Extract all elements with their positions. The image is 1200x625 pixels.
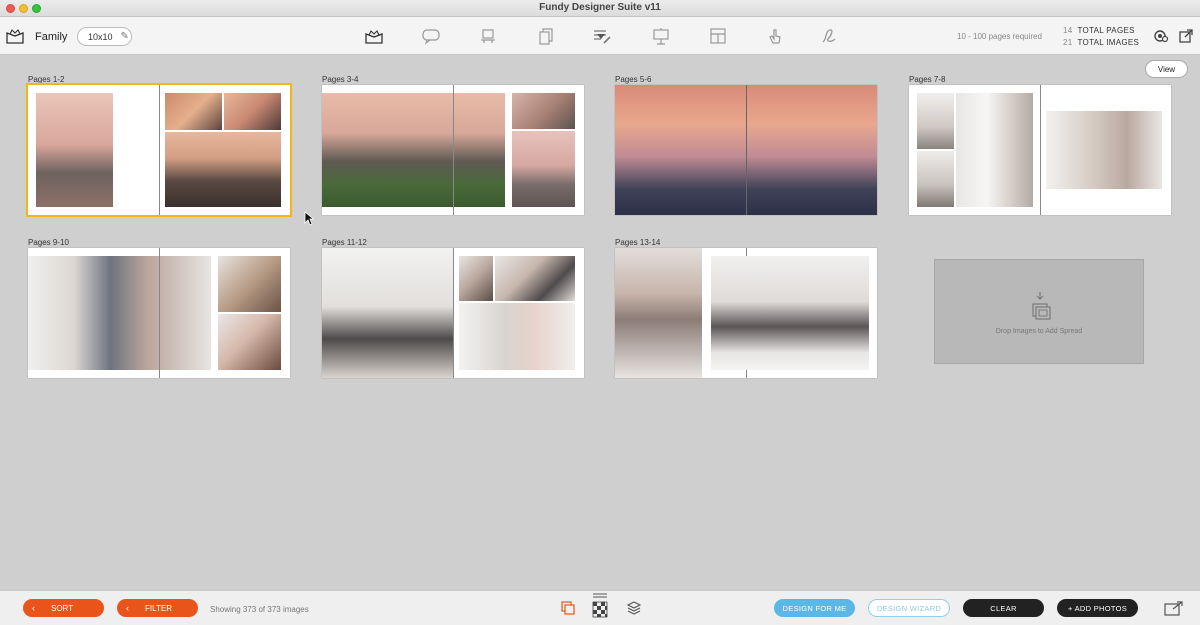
total-images-label: TOTAL IMAGES: [1077, 38, 1140, 47]
photo[interactable]: [615, 248, 702, 378]
photo[interactable]: [512, 93, 575, 129]
spread-spine: [453, 85, 454, 215]
settings-gear-icon[interactable]: [1153, 28, 1169, 44]
chevron-left-icon: ‹: [126, 603, 129, 613]
spread-label: Pages 9-10: [28, 238, 69, 247]
drop-zone-text: Drop Images to Add Spread: [995, 328, 1083, 335]
sort-label: SORT: [51, 603, 74, 613]
photo[interactable]: [28, 256, 211, 370]
spread-label: Pages 13-14: [615, 238, 661, 247]
bottom-bar: ‹ SORT ‹ FILTER Showing 373 of 373 image…: [0, 590, 1200, 625]
total-images-count: 21: [1063, 38, 1073, 47]
photo[interactable]: [165, 132, 281, 207]
drop-images-icon: [1032, 292, 1051, 320]
sign-icon[interactable]: [818, 26, 840, 46]
spread-spine: [159, 85, 160, 215]
filter-label: FILTER: [145, 603, 172, 613]
add-photos-button[interactable]: + ADD PHOTOS: [1057, 599, 1138, 617]
spread-pages-7-8[interactable]: [909, 85, 1171, 215]
total-pages-stat: 14 TOTAL PAGES: [1063, 26, 1135, 35]
stacked-images-icon[interactable]: [560, 600, 576, 616]
checkerboard-icon[interactable]: [592, 592, 608, 618]
frame-icon[interactable]: [477, 26, 499, 46]
active-tool-indicator: [597, 34, 605, 39]
photo[interactable]: [711, 256, 869, 370]
photo[interactable]: [917, 93, 954, 149]
spread-spine: [746, 85, 747, 215]
spread-label: Pages 11-12: [322, 238, 367, 247]
photo[interactable]: [459, 303, 575, 370]
spread-label: Pages 1-2: [28, 75, 65, 84]
album-size-value: 10x10: [88, 31, 113, 42]
total-images-stat: 21 TOTAL IMAGES: [1063, 38, 1139, 47]
spread-pages-11-12[interactable]: [322, 248, 584, 378]
photo[interactable]: [165, 93, 222, 130]
drop-images-zone[interactable]: Drop Images to Add Spread: [934, 259, 1144, 364]
pencil-icon: ✎: [120, 31, 129, 42]
chevron-left-icon: ‹: [32, 603, 35, 613]
photo[interactable]: [322, 93, 505, 207]
album-size-selector[interactable]: 10x10 ✎: [77, 27, 132, 46]
expand-window-icon[interactable]: [1164, 600, 1184, 616]
spread-pages-3-4[interactable]: [322, 85, 584, 215]
photo[interactable]: [218, 256, 281, 312]
spread-spine: [1040, 85, 1041, 215]
album-designer-icon[interactable]: [363, 26, 385, 46]
mouse-cursor-icon: [304, 211, 314, 226]
chat-icon[interactable]: [420, 26, 442, 46]
layout-icon[interactable]: [707, 26, 729, 46]
photo[interactable]: [218, 314, 281, 370]
layers-icon[interactable]: [626, 600, 642, 616]
total-pages-label: TOTAL PAGES: [1077, 26, 1135, 35]
album-book-icon[interactable]: [6, 27, 24, 45]
album-name[interactable]: Family: [35, 31, 67, 43]
spread-spine: [453, 248, 454, 378]
filter-button[interactable]: ‹ FILTER: [117, 599, 198, 617]
photo[interactable]: [495, 256, 575, 301]
photo[interactable]: [224, 93, 281, 130]
copy-pages-icon[interactable]: [534, 26, 556, 46]
pages-required-text: 10 - 100 pages required: [957, 32, 1042, 41]
photo[interactable]: [956, 93, 1033, 207]
photo[interactable]: [322, 248, 453, 378]
spread-spine: [159, 248, 160, 378]
spread-pages-5-6[interactable]: [615, 85, 877, 215]
photo[interactable]: [459, 256, 493, 301]
photo[interactable]: [1046, 111, 1162, 189]
design-wizard-button[interactable]: DESIGN WIZARD: [868, 599, 950, 617]
spread-pages-13-14[interactable]: [615, 248, 877, 378]
spread-label: Pages 5-6: [615, 75, 652, 84]
design-for-me-button[interactable]: DESIGN FOR ME: [774, 599, 855, 617]
window-title: Fundy Designer Suite v11: [539, 2, 661, 13]
presentation-icon[interactable]: [650, 26, 672, 46]
view-button[interactable]: View: [1145, 60, 1188, 78]
clear-button[interactable]: CLEAR: [963, 599, 1044, 617]
sort-button[interactable]: ‹ SORT: [23, 599, 104, 617]
title-bar: Fundy Designer Suite v11: [0, 0, 1200, 17]
showing-count-text: Showing 373 of 373 images: [210, 605, 309, 614]
spread-pages-1-2[interactable]: [26, 83, 292, 217]
spread-label: Pages 3-4: [322, 75, 359, 84]
total-pages-count: 14: [1063, 26, 1073, 35]
external-open-icon[interactable]: [1178, 28, 1194, 44]
photo[interactable]: [917, 151, 954, 207]
top-toolbar: Family 10x10 ✎ 10 - 100 pages required 1…: [0, 17, 1200, 55]
spread-label: Pages 7-8: [909, 75, 946, 84]
photo[interactable]: [512, 131, 575, 207]
photo[interactable]: [36, 93, 113, 207]
spread-pages-9-10[interactable]: [28, 248, 290, 378]
touch-icon[interactable]: [764, 26, 786, 46]
